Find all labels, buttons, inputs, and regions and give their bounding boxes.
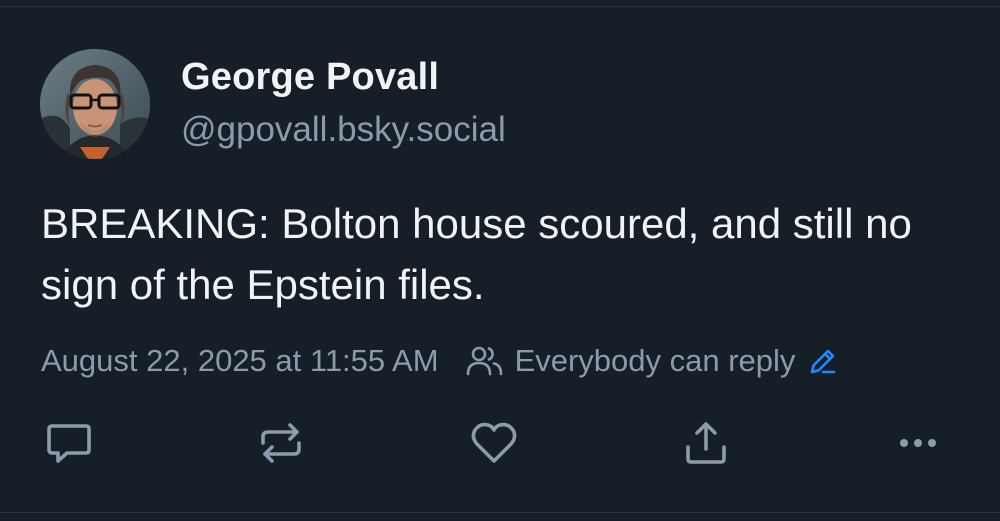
author-display-name[interactable]: George Povall xyxy=(181,56,439,99)
avatar[interactable] xyxy=(40,49,150,159)
share-upload-icon xyxy=(680,417,732,474)
speech-bubble-icon xyxy=(43,417,95,474)
more-options-button[interactable] xyxy=(885,412,951,478)
post-actions-bar xyxy=(0,412,1000,478)
more-dots-icon xyxy=(892,417,944,474)
post-timestamp[interactable]: August 22, 2025 at 11:55 AM xyxy=(41,343,439,379)
pencil-icon[interactable] xyxy=(807,345,839,377)
author-handle[interactable]: @gpovall.bsky.social xyxy=(181,110,506,150)
post-text: BREAKING: Bolton house scoured, and stil… xyxy=(41,200,912,308)
bottom-divider xyxy=(0,512,1000,513)
reply-button[interactable] xyxy=(36,412,102,478)
share-button[interactable] xyxy=(673,412,739,478)
repost-arrows-icon xyxy=(255,417,307,474)
heart-icon xyxy=(468,417,520,474)
like-button[interactable] xyxy=(461,412,527,478)
top-divider xyxy=(0,6,1000,7)
repost-button[interactable] xyxy=(248,412,314,478)
post-meta: August 22, 2025 at 11:55 AM Everybody ca… xyxy=(41,337,839,385)
reply-setting-label[interactable]: Everybody can reply xyxy=(515,343,796,379)
people-icon xyxy=(465,344,505,378)
